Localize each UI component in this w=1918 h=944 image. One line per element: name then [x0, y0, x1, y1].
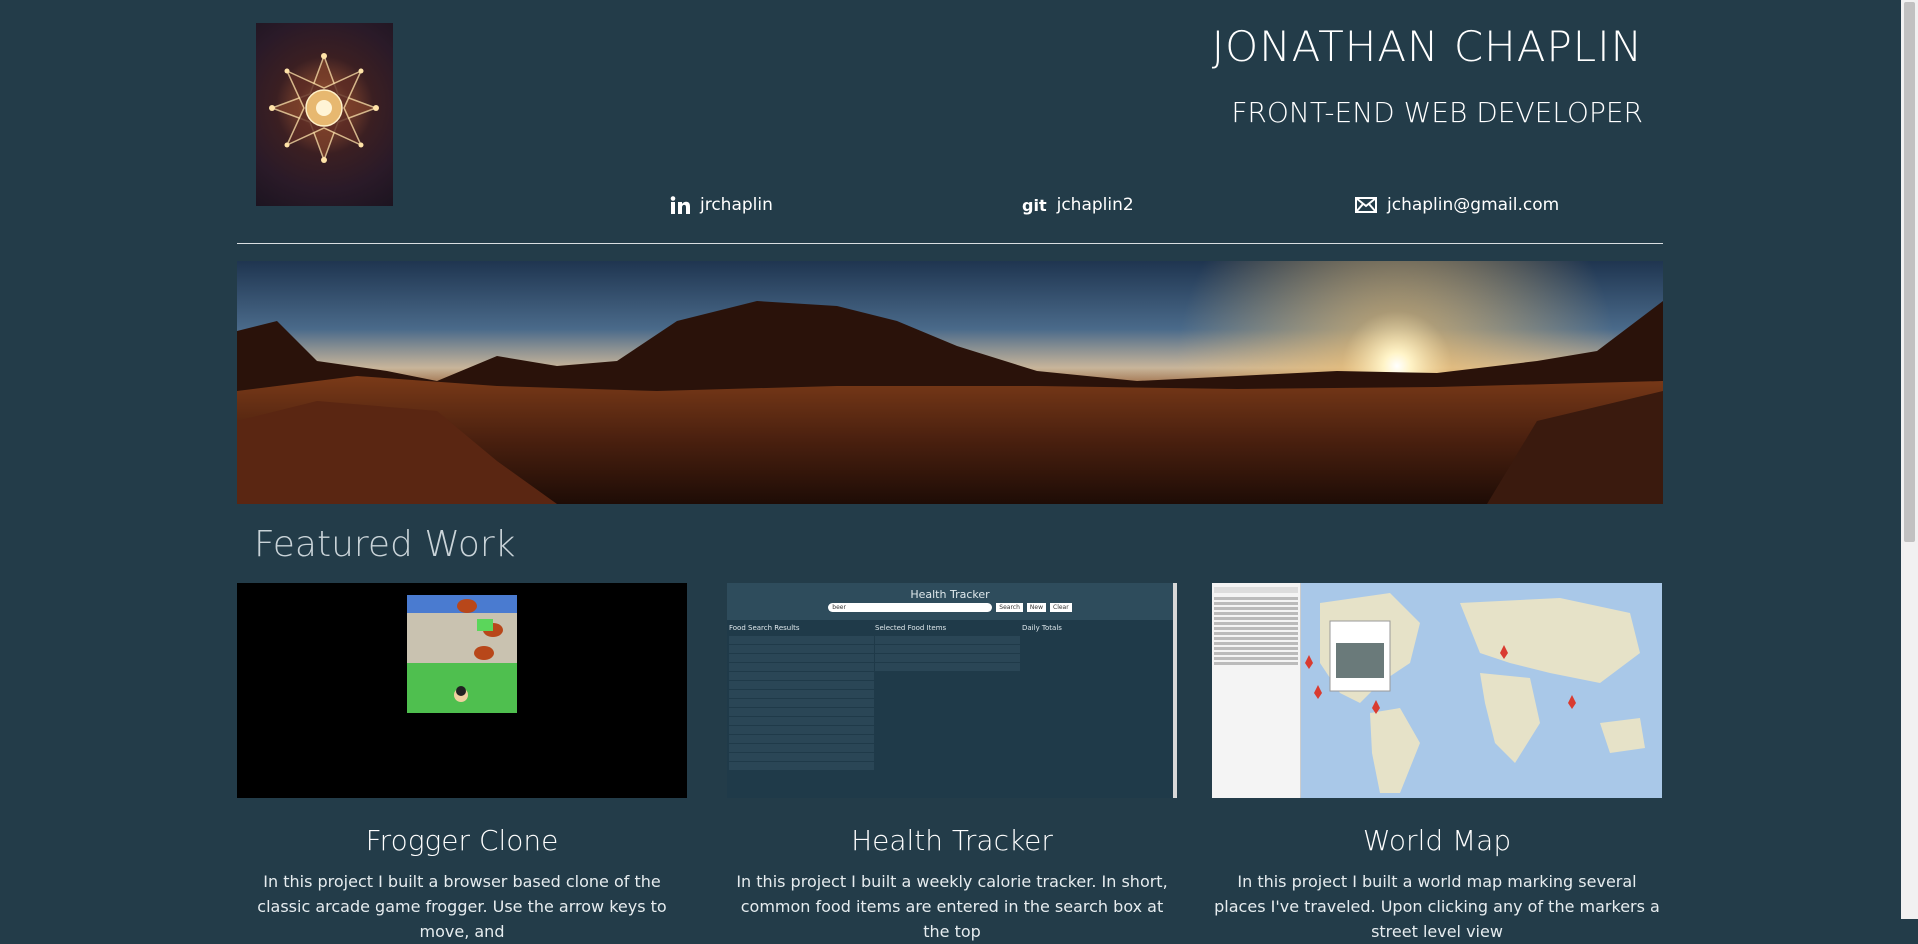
ht-search-box: beer	[828, 603, 993, 612]
email-address: jchaplin@gmail.com	[1387, 195, 1560, 215]
banner-image	[237, 261, 1663, 504]
site-owner-name: JONATHAN CHAPLIN	[1211, 22, 1643, 71]
project-card-health-tracker: Health Tracker beer Search New Clear Foo…	[727, 583, 1177, 944]
ht-col-selected-items: Selected Food Items	[875, 624, 947, 632]
project-card-world-map: World Map In this project I built a worl…	[1212, 583, 1662, 944]
world-map-screenshot[interactable]	[1212, 583, 1662, 798]
health-tracker-screenshot[interactable]: Health Tracker beer Search New Clear Foo…	[727, 583, 1177, 798]
project-description: In this project I built a weekly calorie…	[736, 872, 1168, 941]
project-title: World Map	[1362, 824, 1512, 857]
ht-clear-button: Clear	[1050, 603, 1072, 612]
project-title: Frogger Clone	[365, 824, 559, 857]
project-card-frogger: Frogger Clone In this project I built a …	[237, 583, 687, 944]
map-sidebar	[1212, 583, 1301, 798]
envelope-icon	[1355, 197, 1377, 213]
project-description: In this project I built a browser based …	[257, 872, 667, 941]
linkedin-username: jrchaplin	[700, 195, 773, 215]
linkedin-link[interactable]: jrchaplin	[670, 195, 773, 215]
git-link[interactable]: git jchaplin2	[1022, 195, 1134, 215]
ht-col-search-results: Food Search Results	[729, 624, 800, 632]
frogger-screenshot[interactable]	[237, 583, 687, 798]
page-container: JONATHAN CHAPLIN FRONT-END WEB DEVELOPER…	[237, 0, 1663, 941]
job-title: FRONT-END WEB DEVELOPER	[1231, 96, 1643, 129]
featured-work-heading: Featured Work	[254, 524, 516, 565]
git-username: jchaplin2	[1056, 195, 1134, 215]
project-title: Health Tracker	[851, 824, 1053, 857]
vertical-scrollbar[interactable]	[1901, 0, 1918, 919]
profile-photo	[256, 23, 393, 206]
header: JONATHAN CHAPLIN FRONT-END WEB DEVELOPER…	[237, 0, 1663, 243]
scrollbar-thumb[interactable]	[1904, 2, 1915, 542]
ht-col-daily-totals: Daily Totals	[1022, 624, 1062, 632]
linkedin-icon	[670, 196, 690, 214]
project-description: In this project I built a world map mark…	[1214, 872, 1660, 941]
email-link[interactable]: jchaplin@gmail.com	[1355, 195, 1559, 215]
ht-new-button: New	[1026, 603, 1046, 612]
ht-search-button: Search	[996, 603, 1023, 612]
header-divider	[237, 243, 1663, 244]
ht-app-title: Health Tracker	[910, 588, 990, 601]
git-icon: git	[1022, 195, 1047, 215]
